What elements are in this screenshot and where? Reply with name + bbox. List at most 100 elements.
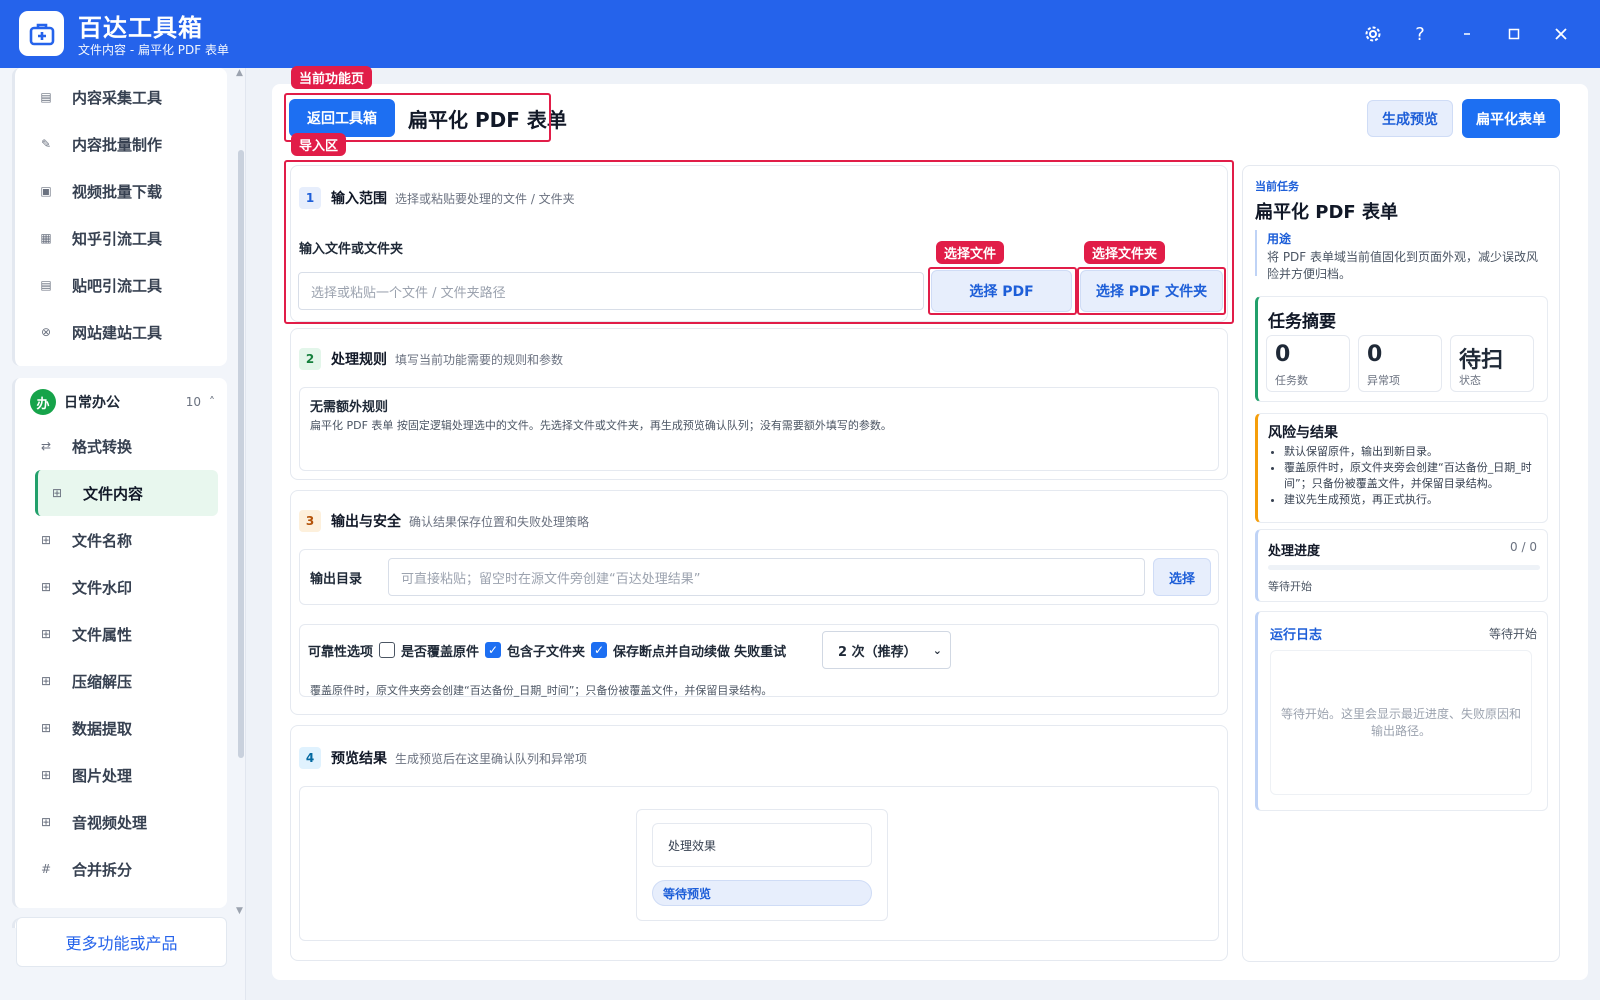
checkbox-subfolders[interactable]: ✓ [485, 642, 502, 658]
annotation-select-folder: 选择文件夹 [1084, 241, 1166, 264]
video-icon: ▣ [40, 184, 52, 198]
scroll-up-icon[interactable]: ▲ [236, 68, 243, 78]
annotation-import-area: 导入区 [291, 133, 347, 156]
checkbox-overwrite[interactable] [379, 642, 396, 658]
grid-icon: ⊞ [40, 815, 52, 829]
toolbox-logo-icon [19, 11, 64, 56]
input-field-label: 输入文件或文件夹 [299, 242, 404, 257]
task-title: 扁平化 PDF 表单 [1255, 202, 1398, 223]
grid-icon: ⊞ [40, 768, 52, 782]
section-4-header: 4 预览结果 生成预览后在这里确认队列和异常项 [299, 746, 587, 770]
group-header-daily-office[interactable]: 办 日常办公 10 ˄ [18, 380, 223, 424]
sidebar-item-file-name[interactable]: ⊞ 文件名称 [24, 520, 209, 560]
maximize-icon[interactable] [1500, 20, 1528, 48]
sidebar-item-tieba[interactable]: ▤ 贴吧引流工具 [24, 265, 209, 305]
rule-text: 扁平化 PDF 表单 按固定逻辑处理选中的文件。先选择文件或文件夹，再生成预览确… [310, 419, 892, 432]
section-desc: 填写当前功能需要的规则和参数 [395, 352, 564, 367]
usage-label: 用途 [1267, 232, 1292, 246]
sidebar-item-compress[interactable]: ⊞ 压缩解压 [24, 661, 209, 701]
log-title: 运行日志 [1270, 628, 1323, 643]
output-dir-input[interactable]: 可直接粘贴；留空时在源文件旁创建“百达处理结果” [388, 558, 1145, 596]
reliability-options-row: 可靠性选项 是否覆盖原件 ✓ 包含子文件夹 ✓ 保存断点并自动续做 失败重试 [308, 639, 786, 661]
convert-icon: ⇄ [40, 439, 52, 453]
chevron-up-icon[interactable]: ˄ [209, 395, 215, 409]
annotation-select-file: 选择文件 [936, 241, 1005, 264]
annotation-current-page: 当前功能页 [291, 66, 373, 89]
more-products-button[interactable]: 更多功能或产品 [16, 917, 227, 967]
help-icon[interactable]: ? [1406, 20, 1434, 48]
sidebar-item-zhihu[interactable]: ▦ 知乎引流工具 [24, 218, 209, 258]
risk-list: 默认保留原件，输出到新目录。 覆盖原件时，原文件夹旁会创建“百达备份_日期_时间… [1284, 444, 1542, 508]
step-number: 3 [299, 510, 321, 532]
retry-label: 失败重试 [734, 644, 787, 660]
pen-icon: ✎ [40, 137, 52, 151]
input-path-field[interactable]: 选择或粘贴一个文件 / 文件夹路径 [298, 272, 924, 310]
reliability-label: 可靠性选项 [308, 644, 374, 660]
grid-icon: ⊞ [40, 721, 52, 735]
progress-title: 处理进度 [1268, 544, 1321, 559]
sidebar-item-merge-split[interactable]: # 合并拆分 [24, 849, 209, 889]
preview-area: 处理效果 等待预览 [299, 786, 1219, 941]
close-icon[interactable] [1547, 20, 1575, 48]
tieba-icon: ▤ [40, 278, 52, 292]
stat-exception-count: 0 异常项 [1358, 335, 1442, 392]
checkbox-subfolders-label: 包含子文件夹 [507, 644, 586, 660]
summary-title: 任务摘要 [1268, 312, 1336, 332]
progress-status: 等待开始 [1268, 580, 1312, 593]
log-placeholder: 等待开始。这里会显示最近进度、失败原因和输出路径。 [1270, 650, 1532, 795]
stat-status: 待扫 状态 [1450, 335, 1534, 392]
run-log-card: 运行日志 等待开始 等待开始。这里会显示最近进度、失败原因和输出路径。 [1255, 611, 1548, 811]
gear-icon[interactable] [1359, 20, 1387, 48]
sidebar-item-file-watermark[interactable]: ⊞ 文件水印 [24, 567, 209, 607]
section-3-header: 3 输出与安全 确认结果保存位置和失败处理策略 [299, 509, 589, 533]
section-title: 处理规则 [331, 352, 387, 368]
grid-icon: ⊞ [40, 533, 52, 547]
section-1-header: 1 输入范围 选择或粘贴要处理的文件 / 文件夹 [299, 186, 575, 210]
minimize-icon[interactable] [1453, 20, 1481, 48]
sidebar-item-av-process[interactable]: ⊞ 音视频处理 [24, 802, 209, 842]
sidebar-item-video-download[interactable]: ▣ 视频批量下载 [24, 171, 209, 211]
section-output-safety: 3 输出与安全 确认结果保存位置和失败处理策略 输出目录 覆盖原件时，原文件夹旁… [290, 490, 1228, 715]
usage-block: 用途 将 PDF 表单域当前值固化到页面外观，减少误改风险并方便归档。 [1255, 230, 1548, 281]
sidebar-item-content-batch[interactable]: ✎ 内容批量制作 [24, 124, 209, 164]
reliability-note: 覆盖原件时，原文件夹旁会创建“百达备份_日期_时间”；只备份被覆盖文件，并保留目… [310, 684, 773, 697]
select-pdf-folder-button[interactable]: 选择 PDF 文件夹 [1080, 270, 1223, 312]
retry-select-value: 2 次（推荐） [838, 644, 917, 660]
select-pdf-button[interactable]: 选择 PDF [931, 270, 1072, 312]
retry-select[interactable]: 2 次（推荐） ⌄ [822, 631, 951, 669]
sidebar-item-image-process[interactable]: ⊞ 图片处理 [24, 755, 209, 795]
sidebar-item-file-content[interactable]: ⊞ 文件内容 [35, 470, 218, 516]
sidebar-item-data-extract[interactable]: ⊞ 数据提取 [24, 708, 209, 748]
grid-icon: ⊞ [51, 486, 63, 500]
usage-text: 将 PDF 表单域当前值固化到页面外观，减少误改风险并方便归档。 [1267, 250, 1539, 281]
scroll-down-icon[interactable]: ▼ [236, 906, 243, 916]
chevron-down-icon: ⌄ [932, 643, 942, 657]
step-number: 4 [299, 747, 321, 769]
checkbox-resume-label: 保存断点并自动续做 [613, 644, 731, 660]
app-title: 百达工具箱 [78, 14, 203, 42]
grid-icon: ⊞ [40, 580, 52, 594]
hash-icon: # [40, 862, 52, 876]
current-task-label: 当前任务 [1255, 180, 1299, 193]
log-status: 等待开始 [1488, 627, 1537, 641]
page-title: 扁平化 PDF 表单 [408, 108, 567, 132]
title-bar: 百达工具箱 文件内容 - 扁平化 PDF 表单 ? [0, 0, 1600, 68]
sidebar-item-file-attributes[interactable]: ⊞ 文件属性 [24, 614, 209, 654]
sidebar-item-content-collect[interactable]: ▤ 内容采集工具 [24, 77, 209, 117]
output-dir-select-button[interactable]: 选择 [1153, 558, 1211, 596]
sidebar-item-format-convert[interactable]: ⇄ 格式转换 [24, 426, 209, 466]
section-title: 输入范围 [331, 191, 387, 207]
checkbox-resume[interactable]: ✓ [591, 642, 608, 658]
sidebar-item-website[interactable]: ⊗ 网站建站工具 [24, 312, 209, 352]
flatten-form-button[interactable]: 扁平化表单 [1462, 99, 1560, 138]
section-desc: 确认结果保存位置和失败处理策略 [409, 514, 590, 529]
task-summary-card: 任务摘要 0 任务数 0 异常项 待扫 状态 [1255, 296, 1548, 402]
sidebar-scrollbar[interactable] [238, 150, 244, 758]
generate-preview-button[interactable]: 生成预览 [1367, 100, 1453, 137]
section-process-rules: 2 处理规则 填写当前功能需要的规则和参数 无需额外规则 扁平化 PDF 表单 … [290, 328, 1228, 480]
zhihu-icon: ▦ [40, 231, 52, 245]
back-to-toolbox-button[interactable]: 返回工具箱 [289, 99, 395, 137]
checkbox-overwrite-label: 是否覆盖原件 [401, 644, 480, 660]
stat-task-count: 0 任务数 [1266, 335, 1350, 392]
section-desc: 生成预览后在这里确认队列和异常项 [395, 751, 588, 766]
